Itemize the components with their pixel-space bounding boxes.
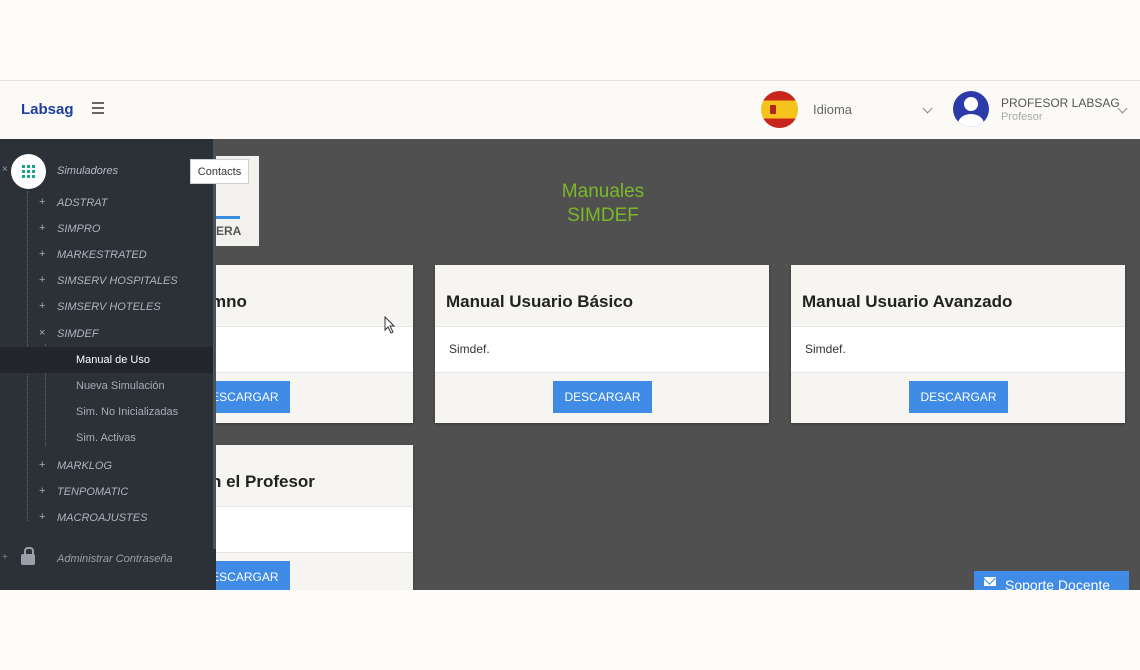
user-role: Profesor xyxy=(1001,111,1043,123)
mouse-cursor-icon xyxy=(384,316,396,334)
manual-card: mno DESCARGAR xyxy=(216,265,413,423)
lock-icon xyxy=(21,547,35,566)
brand-logo[interactable]: Labsag xyxy=(21,101,74,118)
sidebar-subitem-sim-activas[interactable]: Sim. Activas xyxy=(0,425,216,451)
sidebar-subitem-manual-de-uso[interactable]: Manual de Uso xyxy=(0,347,216,373)
sidebar-item-simdef[interactable]: × SIMDEF xyxy=(0,321,216,347)
grid-icon[interactable] xyxy=(11,154,46,189)
download-button[interactable]: DESCARGAR xyxy=(909,381,1008,413)
sidebar-item-tenpomatic[interactable]: + TENPOMATIC xyxy=(0,479,216,505)
sidebar-subitem-sim-no-inicializadas[interactable]: Sim. No Inicializadas xyxy=(0,399,216,425)
download-button[interactable]: DESCARGAR xyxy=(216,561,290,590)
user-name[interactable]: PROFESOR LABSAG xyxy=(1001,96,1120,110)
tooltip: Contacts xyxy=(190,159,249,184)
sidebar-item-marklog[interactable]: + MARKLOG xyxy=(0,453,216,479)
expand-icon[interactable]: + xyxy=(2,552,8,563)
language-selector[interactable]: Idioma xyxy=(813,102,852,117)
tab-indicator xyxy=(216,216,240,219)
tab-label[interactable]: ERA xyxy=(216,224,241,238)
mail-icon xyxy=(984,577,996,586)
chevron-down-icon[interactable] xyxy=(922,103,933,114)
sidebar: × Simuladores + ADSTRAT + SIMPRO + MARKESTR… xyxy=(0,139,216,590)
sidebar-item-macroajustes[interactable]: + MACROAJUSTES xyxy=(0,505,216,531)
main-content: ERA Manuales SIMDEF mno DESCARGAR Manual… xyxy=(216,139,1140,590)
chevron-down-icon[interactable] xyxy=(1117,103,1128,114)
sidebar-item-adstrat[interactable]: + ADSTRAT xyxy=(0,190,216,216)
card-title: mno xyxy=(216,292,247,311)
header-bar: Labsag Idioma PROFESOR LABSAG Profesor xyxy=(0,80,1140,140)
sidebar-item-simserv-hoteles[interactable]: + SIMSERV HOTELES xyxy=(0,294,216,320)
hamburger-icon[interactable] xyxy=(92,102,104,114)
card-title: Manual Usuario Avanzado xyxy=(802,292,1013,311)
sidebar-item-markestrated[interactable]: + MARKESTRATED xyxy=(0,242,216,268)
bottom-letterbox xyxy=(0,590,1140,670)
page-title-line1: Manuales xyxy=(561,181,645,202)
card-title: n el Profesor xyxy=(216,472,315,491)
download-button[interactable]: DESCARGAR xyxy=(216,381,290,413)
user-avatar-icon[interactable] xyxy=(953,91,989,127)
download-button[interactable]: DESCARGAR xyxy=(553,381,652,413)
sidebar-item-simpro[interactable]: + SIMPRO xyxy=(0,216,216,242)
manual-card: Manual Usuario Básico Simdef. DESCARGAR xyxy=(435,265,769,423)
support-label: Soporte Docente xyxy=(1005,577,1111,590)
sidebar-section-simuladores[interactable]: Simuladores xyxy=(57,165,118,177)
support-button[interactable]: Soporte Docente xyxy=(974,571,1129,590)
top-letterbox xyxy=(0,0,1140,80)
sidebar-item-administrar-contrasena[interactable]: Administrar Contraseña xyxy=(57,553,173,565)
sidebar-scrollbar[interactable] xyxy=(213,139,216,549)
collapse-icon[interactable]: × xyxy=(2,164,8,175)
card-title: Manual Usuario Básico xyxy=(446,292,634,311)
page-title-line2: SIMDEF xyxy=(567,205,639,226)
card-desc: Simdef. xyxy=(449,342,490,356)
sidebar-subitem-nueva-simulacion[interactable]: Nueva Simulación xyxy=(0,373,216,399)
manual-card: Manual Usuario Avanzado Simdef. DESCARGA… xyxy=(791,265,1125,423)
card-desc: Simdef. xyxy=(805,342,846,356)
manual-card: n el Profesor DESCARGAR xyxy=(216,445,413,590)
spain-flag-icon[interactable] xyxy=(761,91,798,128)
page-title: Manuales SIMDEF xyxy=(533,180,673,228)
sidebar-item-simserv-hospitales[interactable]: + SIMSERV HOSPITALES xyxy=(0,268,216,294)
